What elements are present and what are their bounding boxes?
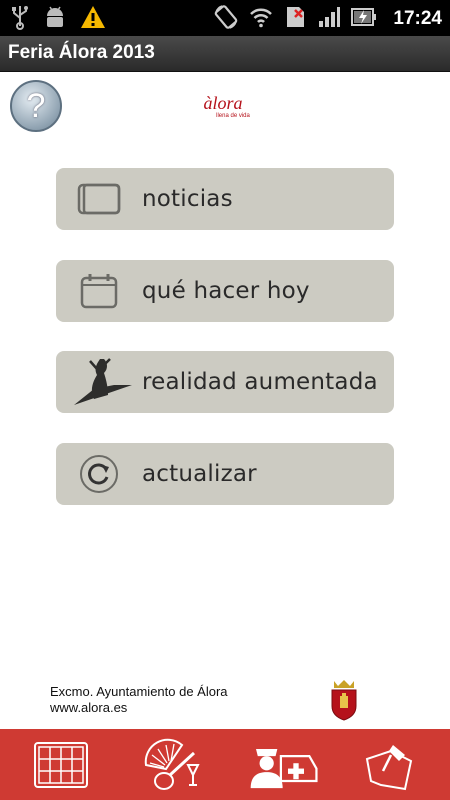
menu-label-realidad-aumentada: realidad aumentada <box>142 369 378 395</box>
guitar-fan-icon[interactable] <box>130 732 210 798</box>
logo-tagline: llena de vida <box>216 112 250 119</box>
refresh-icon <box>56 443 142 505</box>
footer-line-ayuntamiento: Excmo. Ayuntamiento de Álora <box>50 684 228 699</box>
usb-icon <box>10 4 30 34</box>
android-debug-icon <box>44 4 66 34</box>
app-title-bar: Feria Álora 2013 <box>0 36 450 72</box>
footer-website-link[interactable]: www.alora.es <box>50 700 228 716</box>
flamenco-dancer-icon <box>56 351 142 413</box>
realidad-aumentada-button[interactable]: realidad aumentada <box>56 351 394 413</box>
menu-label-noticias: noticias <box>142 186 233 212</box>
calendar-grid-icon[interactable] <box>21 732 101 798</box>
app-title: Feria Álora 2013 <box>8 42 155 63</box>
question-mark-icon: ? <box>26 86 46 125</box>
status-bar: 17:24 <box>0 0 450 36</box>
menu-label-que-hacer-hoy: qué hacer hoy <box>142 278 310 304</box>
bottom-navigation <box>0 729 450 800</box>
calendar-icon <box>56 260 142 322</box>
map-pin-icon[interactable] <box>349 732 429 798</box>
actualizar-button[interactable]: actualizar <box>56 443 394 505</box>
menu-label-actualizar: actualizar <box>142 461 257 487</box>
screen-rotate-icon <box>213 4 239 34</box>
clock: 17:24 <box>393 8 442 29</box>
footer-text: Excmo. Ayuntamiento de Álora www.alora.e… <box>50 684 228 716</box>
que-hacer-hoy-button[interactable]: qué hacer hoy <box>56 260 394 322</box>
newspaper-icon <box>56 168 142 230</box>
alora-logo: àlora llena de vida <box>192 80 254 132</box>
noticias-button[interactable]: noticias <box>56 168 394 230</box>
wifi-icon <box>249 5 273 33</box>
battery-charging-icon <box>351 6 377 32</box>
no-sim-icon <box>283 4 307 34</box>
warning-icon <box>80 5 106 33</box>
logo-text: àlora <box>203 92 243 113</box>
help-button[interactable]: ? <box>10 80 62 132</box>
coat-of-arms-icon <box>326 678 362 722</box>
signal-icon <box>317 5 341 33</box>
emergency-ambulance-icon[interactable] <box>240 732 320 798</box>
